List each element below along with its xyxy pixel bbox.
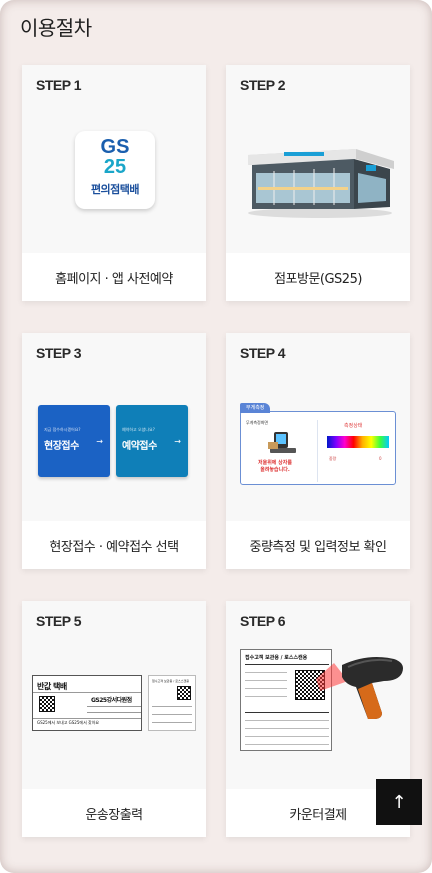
page-title: 이용절차 <box>20 16 92 40</box>
step-label: STEP 3 <box>36 345 82 361</box>
onsite-receipt-button: 지금 접수하시겠어요? 현장접수 → <box>38 405 110 477</box>
reservation-receipt-button: 예약하고 오셨나요? 예약접수 → <box>116 405 188 477</box>
qr-code-icon <box>177 686 191 700</box>
arrow-up-icon: ↑ <box>391 791 407 813</box>
step-caption: 운송장출력 <box>85 807 143 823</box>
scroll-to-top-button[interactable]: ↑ <box>376 779 422 825</box>
receipt-slip-image: 접수고객 보관용 / 로스스캔용 <box>148 675 196 731</box>
waybill-image: 반값 택배 GS25강서다원점 GS25에서 보내고 GS25에서 찾아요 <box>32 675 142 731</box>
step-card-1: STEP 1 GS 25 편의점택배 홈페이지 · 앱 사전예약 <box>22 65 206 301</box>
step-label: STEP 1 <box>36 77 82 93</box>
app-icon-number: 25 <box>103 156 127 178</box>
convenience-store-image <box>248 149 394 218</box>
step-caption: 중량측정 및 입력정보 확인 <box>249 539 387 555</box>
step-caption: 현장접수 · 예약접수 선택 <box>49 539 179 555</box>
step-caption: 홈페이지 · 앱 사전예약 <box>55 271 173 287</box>
step-label: STEP 4 <box>240 345 286 361</box>
arrow-right-icon: → <box>174 437 181 446</box>
procedure-panel: 이용절차 STEP 1 GS 25 편의점택배 홈페이지 · 앱 사전예약 ST… <box>0 0 432 873</box>
scale-icon <box>268 432 296 453</box>
app-icon-brand: GS <box>100 136 130 158</box>
step-card-2: STEP 2 점포방문(GS25) <box>226 65 410 301</box>
step-card-4: STEP 4 무게측정 무게측정화면 저울위에 상자를 올려놓습니다. 측정상태… <box>226 333 410 569</box>
step-card-3: STEP 3 지금 접수하시겠어요? 현장접수 → 예약하고 오셨나요? 예약접… <box>22 333 206 569</box>
qr-code-icon <box>39 696 55 712</box>
barcode-scanner-icon <box>316 657 403 719</box>
step-label: STEP 2 <box>240 77 286 93</box>
step-label: STEP 5 <box>36 613 82 629</box>
weight-screen-image: 무게측정 무게측정화면 저울위에 상자를 올려놓습니다. 측정상태 중량 0 <box>240 403 396 485</box>
gs25-app-icon: GS 25 편의점택배 <box>75 131 155 209</box>
arrow-right-icon: → <box>96 437 103 446</box>
app-icon-service: 편의점택배 <box>90 183 140 196</box>
step-card-5: STEP 5 반값 택배 GS25강서다원점 GS25에서 보내고 GS25에서… <box>22 601 206 837</box>
step-caption: 점포방문(GS25) <box>274 271 362 287</box>
weight-spectrum-bar <box>327 436 389 448</box>
step-label: STEP 6 <box>240 613 286 629</box>
